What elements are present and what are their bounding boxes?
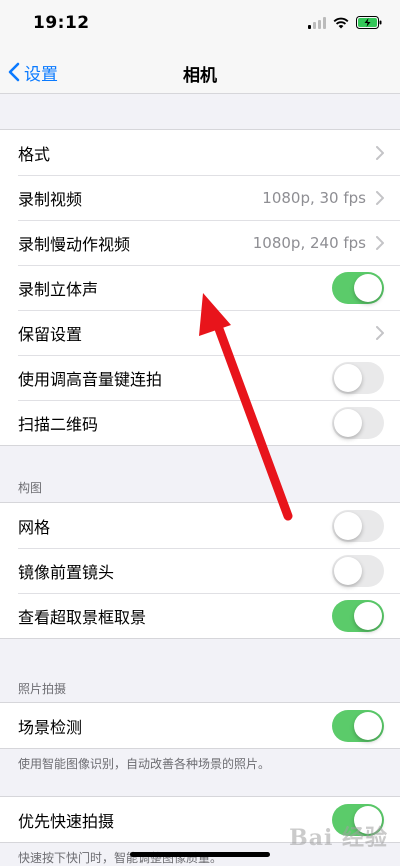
mirror-front-camera-row: 镜像前置镜头 bbox=[0, 548, 400, 593]
composition-group: 网格 镜像前置镜头 查看超取景框取景 bbox=[0, 502, 400, 639]
volume-burst-row: 使用调高音量键连拍 bbox=[0, 355, 400, 400]
toggle-knob bbox=[354, 273, 382, 302]
row-label: 保留设置 bbox=[18, 324, 83, 344]
battery-charging-icon bbox=[356, 16, 382, 29]
scan-qr-row: 扫描二维码 bbox=[0, 400, 400, 445]
chevron-right-icon bbox=[376, 145, 384, 160]
row-label: 镜像前置镜头 bbox=[18, 562, 115, 582]
status-icons bbox=[308, 16, 382, 29]
home-indicator bbox=[130, 852, 270, 857]
record-slomo-row[interactable]: 录制慢动作视频 1080p, 240 fps bbox=[0, 220, 400, 265]
row-label: 格式 bbox=[18, 144, 51, 164]
preserve-settings-row[interactable]: 保留设置 bbox=[0, 310, 400, 355]
toggle-knob bbox=[354, 601, 382, 630]
scan-qr-toggle[interactable] bbox=[332, 406, 384, 439]
chevron-right-icon bbox=[376, 190, 384, 205]
row-label: 查看超取景框取景 bbox=[18, 607, 147, 627]
record-video-row[interactable]: 录制视频 1080p, 30 fps bbox=[0, 175, 400, 220]
grid-toggle[interactable] bbox=[332, 509, 384, 542]
view-outside-frame-toggle[interactable] bbox=[332, 599, 384, 632]
composition-section-header: 构图 bbox=[18, 481, 43, 495]
volume-burst-toggle[interactable] bbox=[332, 361, 384, 394]
grid-row: 网格 bbox=[0, 503, 400, 548]
status-time: 19:12 bbox=[33, 13, 90, 33]
toggle-knob bbox=[334, 363, 362, 392]
mirror-front-camera-toggle[interactable] bbox=[332, 554, 384, 587]
row-label: 优先快速拍摄 bbox=[18, 811, 115, 831]
photo-capture-group: 场景检测 bbox=[0, 702, 400, 749]
format-row[interactable]: 格式 bbox=[0, 130, 400, 175]
watermark-logo: Bai 经验 bbox=[289, 825, 388, 851]
toggle-knob bbox=[334, 408, 362, 437]
record-stereo-row: 录制立体声 bbox=[0, 265, 400, 310]
chevron-right-icon bbox=[376, 235, 384, 250]
row-label: 场景检测 bbox=[18, 717, 83, 737]
toggle-knob bbox=[354, 711, 382, 740]
toggle-knob bbox=[334, 556, 362, 585]
wifi-icon bbox=[333, 17, 349, 28]
row-value: 1080p, 240 fps bbox=[252, 233, 366, 252]
navigation-bar: 设置 相机 bbox=[0, 50, 400, 94]
scene-detection-footer: 使用智能图像识别，自动改善各种场景的照片。 bbox=[18, 757, 271, 771]
row-label: 录制视频 bbox=[18, 189, 83, 209]
toggle-knob bbox=[334, 511, 362, 540]
photo-capture-section-header: 照片拍摄 bbox=[18, 682, 67, 696]
page-title: 相机 bbox=[183, 66, 217, 86]
view-outside-frame-row: 查看超取景框取景 bbox=[0, 593, 400, 638]
row-label: 录制立体声 bbox=[18, 279, 99, 299]
record-stereo-toggle[interactable] bbox=[332, 271, 384, 304]
signal-icon bbox=[308, 16, 326, 29]
row-label: 录制慢动作视频 bbox=[18, 234, 131, 254]
status-bar: 19:12 bbox=[0, 0, 400, 50]
row-label: 网格 bbox=[18, 517, 51, 537]
row-label: 扫描二维码 bbox=[18, 414, 99, 434]
chevron-right-icon bbox=[376, 325, 384, 340]
scene-detection-toggle[interactable] bbox=[332, 709, 384, 742]
row-value: 1080p, 30 fps bbox=[262, 188, 366, 207]
scene-detection-row: 场景检测 bbox=[0, 703, 400, 748]
camera-settings-group: 格式 录制视频 1080p, 30 fps 录制慢动作视频 1080p, 240… bbox=[0, 129, 400, 446]
row-label: 使用调高音量键连拍 bbox=[18, 369, 163, 389]
